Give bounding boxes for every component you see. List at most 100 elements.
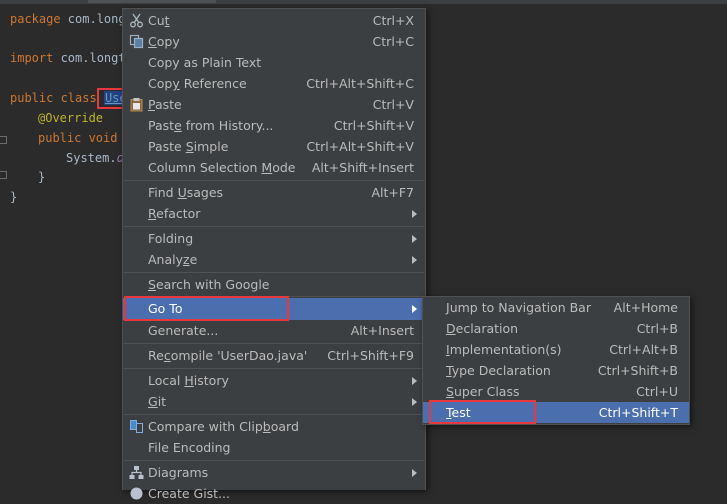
menu-item-analyze[interactable]: Analyze	[123, 249, 425, 270]
menu-item-shortcut: Ctrl+Alt+Shift+C	[306, 76, 414, 91]
submenu-arrow-icon	[412, 210, 417, 218]
menu-item-label: Analyze	[148, 252, 198, 267]
menu-item-paste-simple[interactable]: Paste Simple Ctrl+Alt+Shift+V	[123, 136, 425, 157]
menu-item-label: Copy	[148, 34, 180, 49]
copy-icon	[128, 33, 145, 50]
menu-item-shortcut: Ctrl+Alt+B	[609, 342, 678, 357]
menu-separator	[124, 343, 424, 344]
menu-item-label: Git	[148, 394, 167, 409]
menu-item-shortcut: Ctrl+B	[636, 321, 678, 336]
menu-item-search-with-google[interactable]: Search with Google	[123, 274, 425, 295]
editor-tab[interactable]	[88, 0, 216, 3]
menu-item-label: Recompile 'UserDao.java'	[148, 348, 308, 363]
menu-item-paste[interactable]: Paste Ctrl+V	[123, 94, 425, 115]
menu-item-shortcut: Alt+Shift+Insert	[311, 160, 414, 175]
code-line-annotation: @Override	[38, 109, 103, 127]
scissors-icon	[128, 12, 145, 29]
menu-item-paste-from-history[interactable]: Paste from History... Ctrl+Shift+V	[123, 115, 425, 136]
menu-item-label: Paste from History...	[148, 118, 274, 133]
submenu-item-test[interactable]: Test Ctrl+Shift+T	[423, 402, 689, 423]
menu-separator	[124, 414, 424, 415]
github-icon	[128, 485, 145, 502]
menu-item-copy-reference[interactable]: Copy Reference Ctrl+Alt+Shift+C	[123, 73, 425, 94]
keyword: package	[10, 12, 61, 26]
menu-item-copy[interactable]: Copy Ctrl+C	[123, 31, 425, 52]
goto-submenu: Jump to Navigation Bar Alt+Home Declarat…	[422, 296, 690, 425]
menu-item-shortcut: Alt+Home	[613, 300, 678, 315]
submenu-arrow-icon	[412, 256, 417, 264]
menu-item-label: Search with Google	[148, 277, 270, 292]
submenu-item-type-declaration[interactable]: Type Declaration Ctrl+Shift+B	[423, 360, 689, 381]
submenu-item-jump-to-navigation-bar[interactable]: Jump to Navigation Bar Alt+Home	[423, 297, 689, 318]
menu-item-label: Local History	[148, 373, 229, 388]
menu-separator	[124, 460, 424, 461]
keyword: public class	[10, 91, 97, 105]
menu-item-compare-with-clipboard[interactable]: Compare with Clipboard	[123, 416, 425, 437]
menu-separator	[124, 272, 424, 273]
annotation: @Override	[38, 111, 104, 125]
submenu-item-implementations[interactable]: Implementation(s) Ctrl+Alt+B	[423, 339, 689, 360]
menu-item-label: Copy as Plain Text	[148, 55, 262, 70]
menu-item-label: Find Usages	[148, 185, 224, 200]
menu-item-label: Jump to Navigation Bar	[446, 300, 591, 315]
menu-item-shortcut: Ctrl+Shift+F9	[327, 348, 414, 363]
import-name: com.longt	[53, 51, 126, 65]
menu-separator	[124, 180, 424, 181]
menu-item-folding[interactable]: Folding	[123, 228, 425, 249]
menu-item-label: Super Class	[446, 384, 520, 399]
code-line-system: System.o	[66, 149, 124, 167]
menu-separator	[124, 368, 424, 369]
menu-item-file-encoding[interactable]: File Encoding	[123, 437, 425, 458]
menu-item-shortcut: Ctrl+Alt+Shift+V	[306, 139, 414, 154]
menu-item-shortcut: Ctrl+Shift+V	[333, 118, 414, 133]
menu-item-find-usages[interactable]: Find Usages Alt+F7	[123, 182, 425, 203]
code-line-method: public void	[38, 129, 117, 147]
menu-separator	[124, 226, 424, 227]
submenu-arrow-icon	[412, 377, 417, 385]
menu-item-label: Diagrams	[148, 465, 209, 480]
menu-item-label: Create Gist...	[148, 486, 231, 501]
menu-item-create-gist[interactable]: Create Gist...	[123, 483, 425, 504]
menu-item-label: Type Declaration	[446, 363, 551, 378]
menu-item-label: File Encoding	[148, 440, 231, 455]
menu-item-shortcut: Ctrl+C	[372, 34, 414, 49]
menu-item-label: Declaration	[446, 321, 519, 336]
brace: }	[38, 170, 46, 184]
code-line-close-brace: }	[38, 168, 45, 186]
menu-item-diagrams[interactable]: Diagrams	[123, 462, 425, 483]
menu-item-column-selection-mode[interactable]: Column Selection Mode Alt+Shift+Insert	[123, 157, 425, 178]
menu-item-cut[interactable]: Cut Ctrl+X	[123, 10, 425, 31]
fold-marker[interactable]	[0, 171, 7, 179]
diagram-icon	[128, 464, 145, 481]
keyword: import	[10, 51, 54, 65]
submenu-arrow-icon	[412, 305, 417, 313]
menu-item-copy-plain-text[interactable]: Copy as Plain Text	[123, 52, 425, 73]
compare-icon	[128, 418, 145, 435]
menu-item-label: Copy Reference	[148, 76, 247, 91]
editor-context-menu: Cut Ctrl+X Copy Ctrl+C Copy as Plain Tex…	[122, 8, 426, 501]
code-line-import: import com.longt	[10, 49, 126, 67]
menu-item-recompile[interactable]: Recompile 'UserDao.java' Ctrl+Shift+F9	[123, 345, 425, 366]
menu-item-local-history[interactable]: Local History	[123, 370, 425, 391]
code-line-close-brace: }	[10, 188, 17, 206]
submenu-item-super-class[interactable]: Super Class Ctrl+U	[423, 381, 689, 402]
keyword: public void	[38, 131, 118, 145]
menu-item-label: Compare with Clipboard	[148, 419, 299, 434]
menu-item-label: Paste	[148, 97, 182, 112]
menu-separator	[124, 296, 424, 297]
menu-item-generate[interactable]: Generate... Alt+Insert	[123, 320, 425, 341]
menu-item-go-to[interactable]: Go To	[123, 298, 425, 320]
code-line-class: public class Use	[10, 89, 128, 107]
clipboard-icon	[128, 96, 145, 113]
menu-item-shortcut: Alt+Insert	[350, 323, 414, 338]
submenu-item-declaration[interactable]: Declaration Ctrl+B	[423, 318, 689, 339]
menu-item-refactor[interactable]: Refactor	[123, 203, 425, 224]
fold-marker[interactable]	[0, 136, 7, 144]
menu-item-git[interactable]: Git	[123, 391, 425, 412]
menu-item-label: Refactor	[148, 206, 201, 221]
system-ref: System.	[66, 151, 117, 165]
menu-item-label: Generate...	[148, 323, 219, 338]
brace: }	[10, 190, 18, 204]
menu-item-shortcut: Alt+F7	[371, 185, 414, 200]
menu-item-label: Test	[446, 405, 471, 420]
